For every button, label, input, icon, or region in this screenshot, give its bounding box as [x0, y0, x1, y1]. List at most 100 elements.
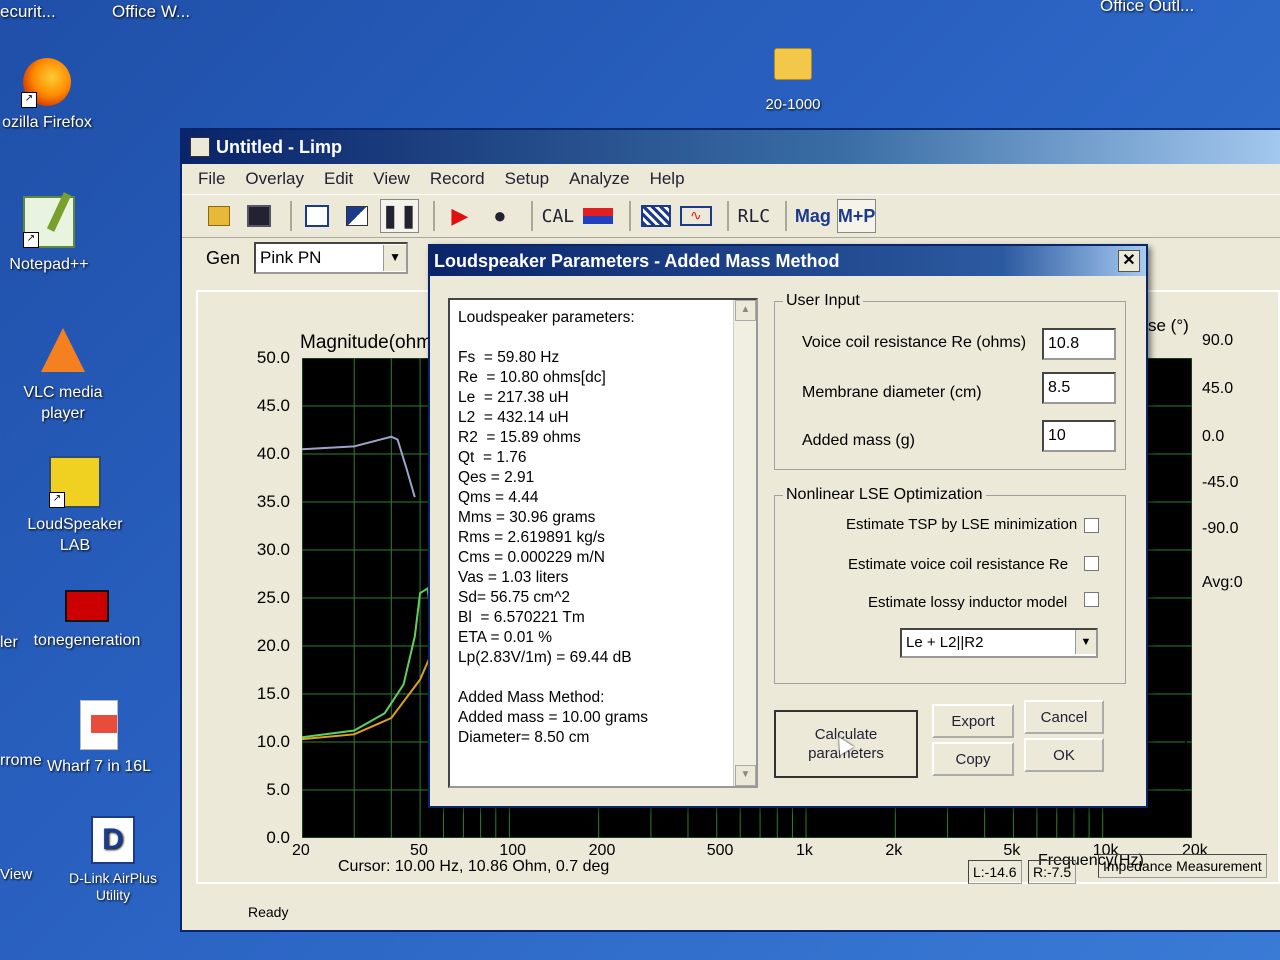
record-icon: ●: [493, 203, 507, 228]
cancel-button[interactable]: Cancel: [1024, 700, 1104, 734]
limp-letter: L: [1181, 714, 1191, 731]
estimate-lossy-checkbox[interactable]: [1084, 592, 1099, 607]
desktop-label-partial[interactable]: rrome: [0, 752, 42, 770]
desktop-icon-label: Wharf 7 in 16L: [46, 758, 152, 775]
filter-icon: [640, 205, 671, 227]
x-tick: 1k: [796, 842, 813, 859]
copy-icon: [305, 205, 329, 227]
sine-wave-icon: ∿: [679, 206, 712, 226]
toolbar-separator: [530, 201, 533, 231]
mp-button[interactable]: M+P: [836, 199, 877, 233]
shortcut-arrow-icon: ↗: [21, 92, 37, 108]
dlink-icon: D: [91, 816, 135, 864]
inductor-model-select[interactable]: Le + L2||R2 ▼: [900, 628, 1098, 658]
mag-button[interactable]: Mag: [795, 200, 831, 232]
overlay-button[interactable]: [340, 200, 374, 232]
results-scrollbar[interactable]: ▲ ▼: [733, 300, 756, 786]
save-button[interactable]: [242, 200, 276, 232]
desktop-label-partial[interactable]: ler: [0, 634, 18, 652]
menu-overlay[interactable]: Overlay: [245, 169, 304, 189]
overlay-icon: [346, 206, 368, 226]
scroll-down-icon[interactable]: ▼: [735, 765, 756, 786]
desktop-icon-wharf[interactable]: Wharf 7 in 16L: [24, 700, 174, 777]
window-titlebar[interactable]: Untitled - Limp: [182, 130, 1280, 164]
x-tick: 20: [292, 842, 310, 859]
shortcut-arrow-icon: ↗: [23, 232, 39, 248]
desktop-icon-folder[interactable]: 20-1000: [718, 48, 868, 115]
wave-button[interactable]: ∿: [679, 200, 713, 232]
desktop-icon-vlc[interactable]: VLC media player: [0, 328, 138, 424]
results-textbox[interactable]: Loudspeaker parameters: Fs = 59.80 Hz Re…: [448, 298, 758, 788]
cal-label: CAL: [541, 205, 575, 227]
scroll-up-icon[interactable]: ▲: [735, 300, 756, 321]
ok-button[interactable]: OK: [1024, 738, 1104, 772]
phase-tick: 0.0: [1202, 428, 1225, 445]
desktop-icon-tonegeneration[interactable]: tonegeneration: [12, 590, 162, 651]
y-tick: 10.0: [256, 732, 290, 751]
play-icon: ▶: [451, 203, 469, 228]
y-tick: 50.0: [256, 348, 290, 367]
y-tick: 25.0: [256, 588, 290, 607]
menu-help[interactable]: Help: [650, 169, 685, 189]
copy-button[interactable]: [300, 200, 334, 232]
status-right-level: R:-7.5: [1028, 860, 1077, 884]
re-input[interactable]: 10.8: [1042, 328, 1116, 360]
desktop-icon-label: ozilla Firefox: [2, 114, 92, 131]
menu-bar: File Overlay Edit View Record Setup Anal…: [182, 164, 1280, 194]
diameter-input[interactable]: 8.5: [1042, 372, 1116, 404]
pause-button[interactable]: ❚❚: [380, 199, 419, 233]
desktop-label-office-outlook[interactable]: Office Outl...: [1100, 0, 1194, 16]
rlc-label: RLC: [737, 205, 771, 227]
estimate-re-label: Estimate voice coil resistance Re: [848, 556, 1069, 573]
results-text: Loudspeaker parameters: Fs = 59.80 Hz Re…: [458, 309, 648, 746]
desktop-icon-notepad[interactable]: ↗ Notepad++: [0, 196, 124, 275]
menu-view[interactable]: View: [373, 169, 410, 189]
desktop-icon-loudspeaker-lab[interactable]: ↗ LoudSpeaker LAB: [0, 456, 150, 556]
y-tick: 15.0: [256, 684, 290, 703]
cal-button[interactable]: CAL: [541, 200, 575, 232]
open-button[interactable]: [202, 200, 236, 232]
menu-record[interactable]: Record: [430, 169, 485, 189]
added-mass-label: Added mass (g): [802, 432, 915, 449]
menu-analyze[interactable]: Analyze: [569, 169, 629, 189]
record-button[interactable]: ●: [483, 200, 517, 232]
desktop-label-security[interactable]: ecurit...: [0, 2, 56, 22]
x-tick: 5k: [1003, 842, 1021, 859]
desktop-icon-dlink[interactable]: D D-Link AirPlus Utility: [38, 816, 188, 904]
x-tick: 2k: [885, 842, 903, 859]
limp-side-label: L I M P: [1178, 712, 1194, 796]
status-mode: Impedance Measurement: [1098, 854, 1267, 878]
menu-setup[interactable]: Setup: [505, 169, 549, 189]
added-mass-input[interactable]: 10: [1042, 420, 1116, 452]
desktop-icon-firefox[interactable]: ↗ ozilla Firefox: [0, 58, 122, 133]
rlc-button[interactable]: RLC: [737, 200, 771, 232]
desktop-label-office-word[interactable]: Office W...: [112, 2, 190, 22]
estimate-tsp-checkbox[interactable]: [1084, 518, 1099, 533]
estimate-re-checkbox[interactable]: [1084, 556, 1099, 571]
magnitude-axis-title: Magnitude(ohm: [300, 332, 433, 353]
diameter-label: Membrane diameter (cm): [802, 384, 982, 401]
status-ready: Ready: [248, 904, 289, 920]
estimate-lossy-label: Estimate lossy inductor model: [868, 594, 1068, 611]
close-icon[interactable]: ✕: [1118, 250, 1140, 272]
desktop-icon-label: VLC media player: [23, 384, 103, 422]
copy-button[interactable]: Copy: [932, 742, 1014, 776]
play-button[interactable]: ▶: [443, 200, 477, 232]
menu-edit[interactable]: Edit: [324, 169, 353, 189]
export-button[interactable]: Export: [932, 704, 1014, 738]
channel-color-icon: [582, 208, 613, 224]
channel-button[interactable]: [581, 200, 615, 232]
pause-icon: ❚❚: [381, 203, 418, 228]
loudspeaker-parameters-dialog: Loudspeaker Parameters - Added Mass Meth…: [428, 244, 1148, 808]
filter-button[interactable]: [639, 200, 673, 232]
dialog-titlebar[interactable]: Loudspeaker Parameters - Added Mass Meth…: [430, 246, 1146, 276]
desktop-label-partial[interactable]: View: [0, 866, 32, 883]
shortcut-arrow-icon: ↗: [49, 492, 65, 508]
generator-select[interactable]: Pink PN ▼: [254, 242, 409, 274]
limp-app-icon: [190, 137, 210, 157]
y-tick: 20.0: [256, 636, 290, 655]
toolbar: ❚❚ ▶ ● CAL ∿ RLC Mag M+P: [182, 194, 1280, 238]
menu-file[interactable]: File: [198, 169, 225, 189]
series-line-1: [301, 586, 436, 739]
cursor-readout: Cursor: 10.00 Hz, 10.86 Ohm, 0.7 deg: [338, 858, 610, 875]
